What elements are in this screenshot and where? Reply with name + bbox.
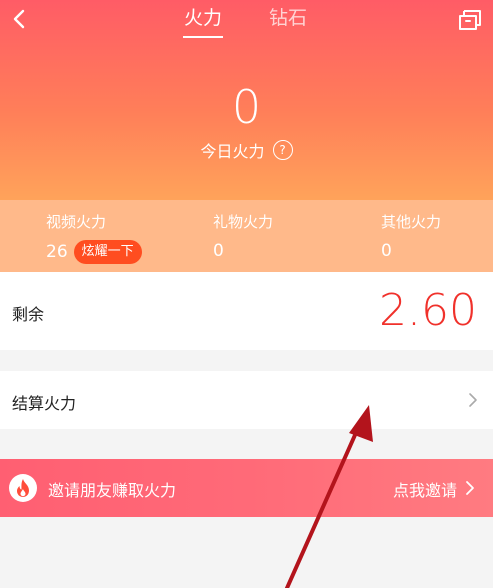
active-tab-indicator xyxy=(183,36,223,38)
stat-value-row: 0 xyxy=(381,240,441,262)
remaining-label: 剩余 xyxy=(12,305,45,324)
stat-label: 礼物火力 xyxy=(213,213,274,231)
chevron-right-icon xyxy=(466,481,474,495)
remaining-card: 剩余 2.60 xyxy=(0,272,493,350)
firepower-breakdown: 视频火力 26 炫耀一下 礼物火力 0 其他火力 0 xyxy=(0,200,493,272)
stat-value: 26 xyxy=(46,242,68,262)
invite-text: 邀请朋友赚取火力 xyxy=(48,481,177,500)
stat-value-row: 26 炫耀一下 xyxy=(46,240,142,264)
fire-icon xyxy=(9,474,37,502)
stat-label: 其他火力 xyxy=(381,213,442,231)
invite-banner[interactable]: 邀请朋友赚取火力 点我邀请 xyxy=(0,459,493,517)
stat-gift-firepower: 礼物火力 0 xyxy=(213,212,273,262)
settle-firepower-row[interactable]: 结算火力 xyxy=(0,371,493,429)
tab-diamond[interactable]: 钻石 xyxy=(269,6,307,30)
stat-value-row: 0 xyxy=(213,240,273,262)
share-button[interactable] xyxy=(455,5,485,35)
help-icon[interactable]: ? xyxy=(272,140,293,160)
stat-value: 0 xyxy=(213,241,224,261)
today-firepower-label: 今日火力 xyxy=(200,142,265,161)
chevron-right-icon xyxy=(469,393,477,407)
stat-video-firepower: 视频火力 26 炫耀一下 xyxy=(46,212,142,264)
stat-label: 视频火力 xyxy=(46,213,107,231)
tab-bar: 火力 钻石 xyxy=(0,0,493,40)
share-icon xyxy=(459,10,481,30)
today-firepower-label-row: 今日火力 ? xyxy=(0,138,493,162)
remaining-value: 2.60 xyxy=(379,285,477,336)
tab-firepower[interactable]: 火力 xyxy=(184,6,222,30)
stat-other-firepower: 其他火力 0 xyxy=(381,212,441,262)
settle-firepower-label: 结算火力 xyxy=(12,394,77,413)
header: 火力 钻石 0 今日火力 ? xyxy=(0,0,493,200)
invite-action-link[interactable]: 点我邀请 xyxy=(393,477,457,501)
stat-value: 0 xyxy=(381,241,392,261)
today-firepower-value: 0 xyxy=(231,80,262,134)
show-off-button[interactable]: 炫耀一下 xyxy=(73,240,142,264)
